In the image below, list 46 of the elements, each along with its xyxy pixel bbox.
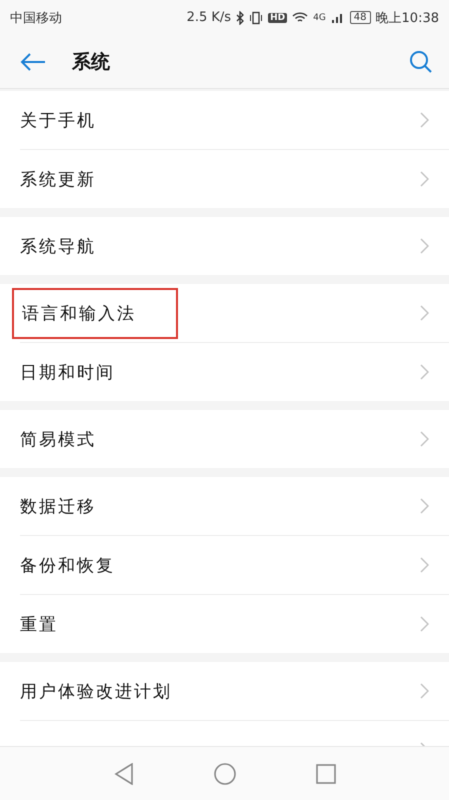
- search-icon[interactable]: [409, 50, 433, 74]
- row-label: 日期和时间: [20, 362, 115, 384]
- chevron-icon: [420, 557, 429, 573]
- chevron-icon: [420, 171, 429, 187]
- chevron-icon: [420, 683, 429, 699]
- page-title: 系统: [72, 50, 110, 74]
- chevron-icon: [420, 305, 429, 321]
- vibrate-icon: [249, 10, 264, 24]
- hd-badge: HD: [268, 12, 288, 22]
- row-label: 数据迁移: [20, 496, 96, 518]
- row-label: 简易模式: [20, 428, 96, 450]
- row-label: 系统更新: [20, 168, 96, 190]
- network-speed: 2.5 K/s: [186, 10, 232, 25]
- signal-icon: [330, 11, 345, 24]
- row-label: 系统导航: [20, 236, 96, 258]
- settings-row[interactable]: 重置: [20, 594, 449, 653]
- row-label: 备份和恢复: [20, 554, 115, 576]
- settings-row[interactable]: 数据迁移: [20, 477, 449, 535]
- carrier-name: 中国移动: [10, 10, 62, 26]
- row-label: 重置: [20, 614, 58, 636]
- settings-row[interactable]: 简易模式: [20, 410, 449, 468]
- chevron-icon: [420, 616, 429, 632]
- wifi-icon: [292, 11, 308, 24]
- clock: 晚上10:38: [376, 10, 439, 26]
- recents-icon[interactable]: [316, 764, 336, 784]
- settings-row[interactable]: 系统导航: [20, 217, 449, 275]
- home-icon[interactable]: [214, 762, 236, 784]
- back-icon[interactable]: [114, 762, 134, 784]
- chevron-icon: [420, 364, 429, 380]
- settings-row[interactable]: 系统更新: [20, 149, 449, 208]
- settings-row[interactable]: 日期和时间: [20, 342, 449, 401]
- bluetooth-icon: [236, 10, 244, 24]
- battery-level: 48: [350, 11, 371, 24]
- row-label: 语言和输入法: [22, 302, 136, 324]
- settings-row[interactable]: 用户体验改进计划: [20, 662, 449, 720]
- chevron-icon: [420, 498, 429, 514]
- row-label: 关于手机: [20, 110, 96, 132]
- chevron-icon: [420, 112, 429, 128]
- chevron-icon: [420, 238, 429, 254]
- chevron-icon: [420, 431, 429, 447]
- settings-row[interactable]: 备份和恢复: [20, 535, 449, 594]
- row-label: 用户体验改进计划: [20, 680, 172, 702]
- settings-row[interactable]: 语言和输入法: [20, 284, 449, 342]
- back-arrow-icon[interactable]: [20, 52, 46, 72]
- network-type: 4G: [313, 12, 326, 22]
- settings-row[interactable]: 关于手机: [20, 91, 449, 149]
